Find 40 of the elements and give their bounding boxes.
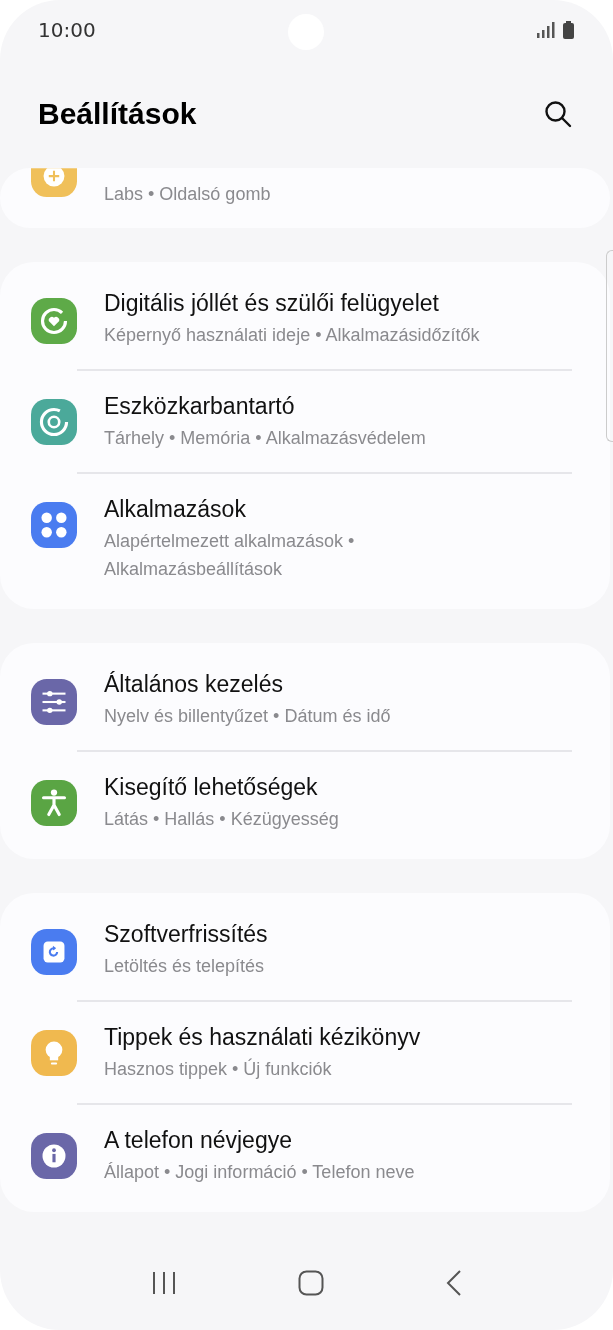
settings-item[interactable]: Kisegítő lehetőségek Látás • Hallás • Kézügyesség bbox=[0, 750, 610, 854]
item-title: Eszközkarbantartó bbox=[104, 393, 296, 421]
item-title: Digitális jóllét és szülői felügyelet bbox=[104, 290, 440, 318]
update-icon bbox=[31, 929, 77, 976]
item-subtitle: Hasznos tippek • Új funkciók bbox=[104, 1057, 333, 1082]
lightbulb-icon bbox=[31, 1030, 77, 1077]
item-subtitle: Képernyő használati ideje • Alkalmazásidőzítők bbox=[104, 324, 481, 348]
rounded-square-icon bbox=[297, 1270, 324, 1297]
sliders-icon bbox=[31, 679, 77, 726]
item-title: Szoftverfrissítés bbox=[104, 921, 269, 949]
item-subtitle: Labs • Oldalsó gomb bbox=[104, 183, 272, 207]
heart-ring-icon bbox=[31, 298, 77, 345]
search-icon bbox=[543, 99, 573, 130]
item-subtitle: Nyelv és billentyűzet • Dátum és idő bbox=[104, 705, 392, 729]
three-bars-icon bbox=[150, 1271, 177, 1296]
item-title: A telefon névjegye bbox=[104, 1127, 293, 1155]
settings-item[interactable]: Általános kezelés Nyelv és billentyűzet • Dátum és idő bbox=[0, 649, 610, 751]
item-title: Kisegítő lehetőségek bbox=[104, 774, 319, 802]
refresh-ring-icon bbox=[31, 399, 77, 446]
item-subtitle: Tárhely • Memória • Alkalmazásvédelem bbox=[104, 427, 427, 451]
info-icon bbox=[31, 1133, 77, 1180]
settings-item[interactable]: Digitális jóllét és szülői felügyelet Képernyő használati ideje • Alkalmazásidőzítők bbox=[0, 268, 610, 370]
clock: 10:00 bbox=[38, 18, 96, 43]
item-subtitle: Alapértelmezett alkalmazások • Alkalmazásbeállítások bbox=[104, 530, 356, 582]
person-icon bbox=[31, 780, 77, 827]
item-title: Alkalmazások bbox=[104, 496, 247, 524]
settings-item[interactable]: A telefon névjegye Állapot • Jogi információ • Telefon neve bbox=[0, 1103, 610, 1207]
item-subtitle: Állapot • Jogi információ • Telefon neve bbox=[104, 1161, 416, 1185]
item-subtitle: Látás • Hallás • Kézügyesség bbox=[104, 808, 340, 832]
page-title: Beállítások bbox=[38, 97, 197, 132]
chevron-left-icon bbox=[444, 1269, 463, 1298]
settings-item[interactable]: Eszközkarbantartó Tárhely • Memória • Alkalmazásvédelem bbox=[0, 369, 610, 473]
item-subtitle: Letöltés és telepítés bbox=[104, 955, 266, 979]
settings-item[interactable]: Szoftverfrissítés Letöltés és telepítés bbox=[0, 899, 610, 1001]
four-dots-icon bbox=[31, 502, 77, 549]
signal-battery-icon bbox=[537, 20, 575, 41]
settings-item[interactable]: Tippek és használati kézikönyv Hasznos tippek • Új funkciók bbox=[0, 1000, 610, 1104]
settings-item[interactable]: Alkalmazások Alapértelmezett alkalmazások • Alkalmazásbeállítások bbox=[0, 472, 610, 604]
item-title: Tippek és használati kézikönyv bbox=[104, 1024, 422, 1052]
item-title: Általános kezelés bbox=[104, 671, 284, 699]
